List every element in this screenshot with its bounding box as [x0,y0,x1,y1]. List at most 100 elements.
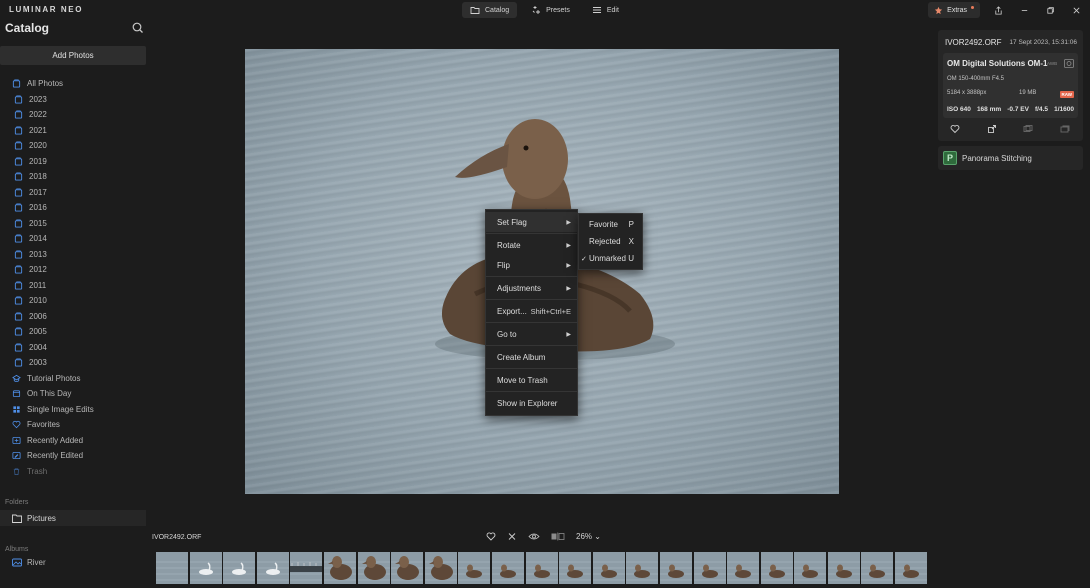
zoom-level-dropdown[interactable]: 26% ⌄ [576,532,601,541]
minimize-button[interactable] [1016,2,1032,18]
menu-item-go-to[interactable]: Go to ▶ [486,324,577,344]
eye-icon[interactable] [528,532,540,541]
filmstrip-thumbnail[interactable] [424,552,457,584]
filmstrip-thumbnail[interactable] [290,552,323,584]
heart-icon[interactable] [486,532,496,541]
sidebar-item-year[interactable]: 2023 [12,92,94,108]
sidebar-item-label: River [27,558,46,567]
heart-icon [12,421,21,429]
sidebar-item-label: 2021 [29,125,47,135]
sidebar-item-all-photos[interactable]: All Photos [12,76,94,92]
exif-value: 168 mm [976,106,1002,113]
panorama-icon: P [943,151,957,165]
sidebar-item-trash[interactable]: Trash [12,464,94,480]
context-menu: Set Flag ▶ Rotate ▶ Flip ▶ Adjustments ▶ Export.… [485,209,578,416]
filmstrip-thumbnail[interactable] [458,552,491,584]
sliders-icon [592,7,601,13]
sidebar-item-year[interactable]: 2011 [12,278,94,294]
sidebar-item-year[interactable]: 2003 [12,355,94,371]
share-to-icon[interactable] [987,124,997,134]
flag-option-unmarked[interactable]: ✓ Unmarked U [579,250,642,267]
filmstrip-thumbnail[interactable] [895,552,928,584]
filmstrip-thumbnail[interactable] [659,552,692,584]
sidebar-item-year[interactable]: 2020 [12,138,94,154]
menu-item-move-to-trash[interactable]: Move to Trash [486,370,577,390]
flag-option-rejected[interactable]: Rejected X [579,233,642,250]
sidebar-item-year[interactable]: 2018 [12,169,94,185]
info-date: 17 Sept 2023, 15:31:06 [1009,39,1077,46]
tab-catalog[interactable]: Catalog [462,2,518,18]
sidebar-item-recently-edited[interactable]: Recently Edited [12,448,94,464]
stack-icon[interactable] [1060,124,1070,134]
sidebar-item-year[interactable]: 2015 [12,216,94,232]
album-icon [14,126,23,135]
sidebar-item-river[interactable]: River [12,558,46,567]
tab-edit[interactable]: Edit [584,2,627,18]
filmstrip-thumbnail[interactable] [827,552,860,584]
sidebar-item-year[interactable]: 2016 [12,200,94,216]
filmstrip-thumbnail[interactable] [256,552,289,584]
sidebar-item-year[interactable]: 2019 [12,154,94,170]
sidebar-item-pictures[interactable]: Pictures [0,510,146,526]
heart-icon[interactable] [950,124,960,134]
filmstrip-thumbnail[interactable] [189,552,222,584]
menu-item-show-in-explorer[interactable]: Show in Explorer [486,393,577,413]
filmstrip-thumbnail[interactable] [693,552,726,584]
filmstrip-thumbnail[interactable] [491,552,524,584]
panorama-label: Panorama Stitching [962,153,1032,163]
menu-item-adjustments[interactable]: Adjustments ▶ [486,278,577,298]
sidebar-item-year[interactable]: 2022 [12,107,94,123]
sidebar-item-tutorial-photos[interactable]: Tutorial Photos [12,371,94,387]
sidebar-item-single-image-edits[interactable]: Single Image Edits [12,402,94,418]
sidebar-item-year[interactable]: 2010 [12,293,94,309]
filmstrip-thumbnail[interactable] [626,552,659,584]
thumbnail-image [592,552,625,584]
extras-button[interactable]: Extras [928,2,980,18]
menu-item-create-album[interactable]: Create Album [486,347,577,367]
menu-item-export[interactable]: Export... Shift+Ctrl+E [486,301,577,321]
sidebar-item-label: 2004 [29,342,47,352]
menu-item-set-flag[interactable]: Set Flag ▶ [486,212,577,232]
filmstrip-thumbnail[interactable] [525,552,558,584]
sidebar-item-on-this-day[interactable]: On This Day [12,386,94,402]
filmstrip-thumbnail[interactable] [156,552,188,584]
reject-icon[interactable] [507,532,517,541]
filmstrip-thumbnail[interactable] [760,552,793,584]
filmstrip-thumbnail[interactable] [223,552,256,584]
search-icon[interactable] [131,21,145,35]
sidebar-item-label: On This Day [27,389,72,399]
filmstrip-thumbnail[interactable] [727,552,760,584]
filmstrip-thumbnail[interactable] [861,552,894,584]
sidebar-item-recently-added[interactable]: Recently Added [12,433,94,449]
add-photos-button[interactable]: Add Photos [0,46,146,65]
sidebar-item-year[interactable]: 2005 [12,324,94,340]
sidebar-item-favorites[interactable]: Favorites [12,417,94,433]
sidebar-item-year[interactable]: 2006 [12,309,94,325]
flag-option-favorite[interactable]: Favorite P [579,216,642,233]
sidebar-item-year[interactable]: 2012 [12,262,94,278]
menu-item-flip[interactable]: Flip ▶ [486,255,577,275]
recent-added-icon [12,436,21,444]
tab-presets[interactable]: Presets [523,2,578,18]
menu-shortcut: U [628,254,634,263]
filmstrip-thumbnail[interactable] [391,552,424,584]
share-button[interactable] [990,2,1006,18]
menu-item-label: Move to Trash [497,375,548,385]
notification-dot [971,5,974,9]
close-button[interactable] [1068,2,1084,18]
compare-view-icon[interactable] [551,532,565,541]
filmstrip-thumbnail[interactable] [559,552,592,584]
sidebar-item-year[interactable]: 2021 [12,123,94,139]
compare-icon[interactable] [1023,124,1033,134]
restore-button[interactable] [1042,2,1058,18]
filmstrip-thumbnail[interactable] [794,552,827,584]
sidebar-item-year[interactable]: 2014 [12,231,94,247]
panorama-stitching-item[interactable]: P Panorama Stitching [938,146,1083,170]
sidebar-item-year[interactable]: 2013 [12,247,94,263]
filmstrip-thumbnail[interactable] [592,552,625,584]
menu-item-rotate[interactable]: Rotate ▶ [486,235,577,255]
filmstrip-thumbnail[interactable] [357,552,390,584]
sidebar-item-year[interactable]: 2004 [12,340,94,356]
filmstrip-thumbnail[interactable] [323,552,356,584]
sidebar-item-year[interactable]: 2017 [12,185,94,201]
